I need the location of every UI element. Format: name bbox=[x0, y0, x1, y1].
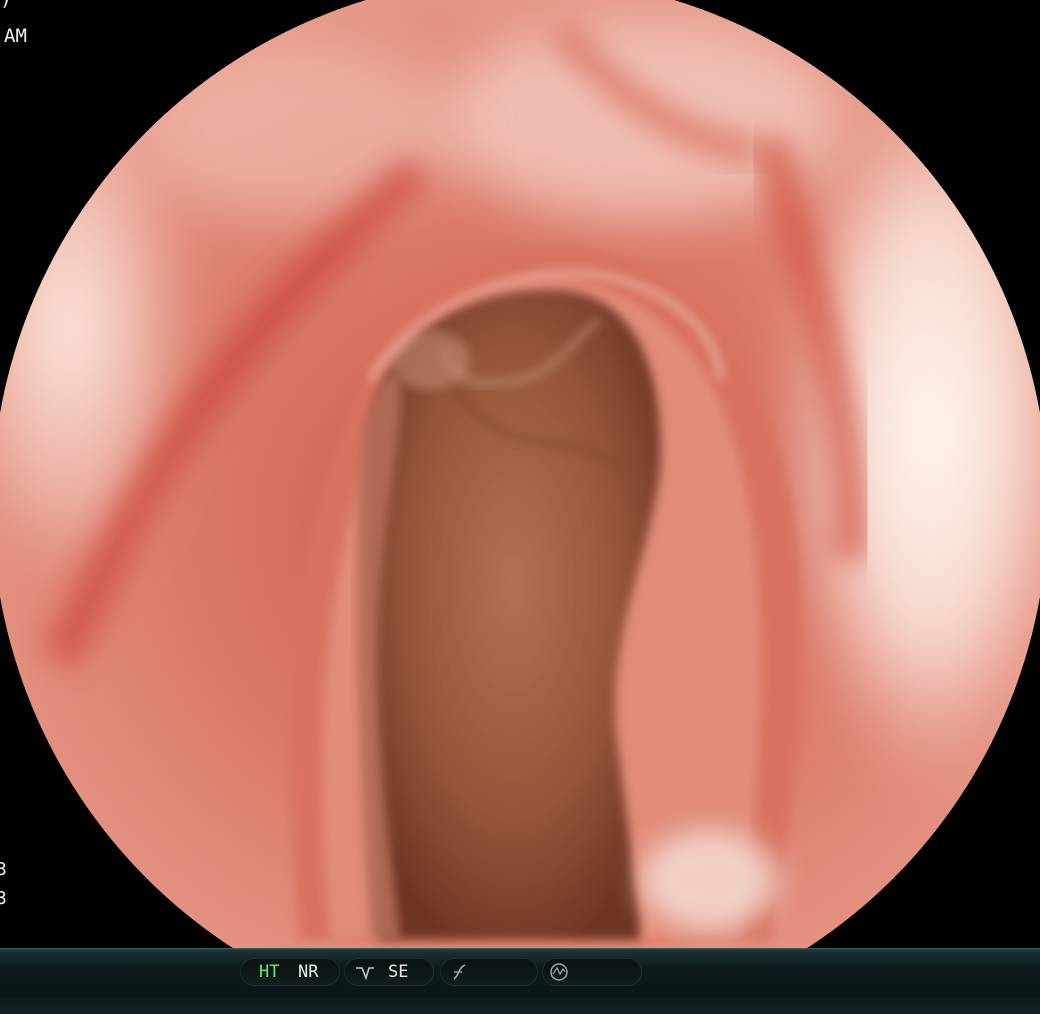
se-indicator: SE bbox=[388, 962, 409, 982]
endoscope-viewport: ) AM 3 3 bbox=[0, 0, 1040, 948]
status-group-se: SE bbox=[344, 958, 434, 986]
ht-indicator: HT bbox=[259, 962, 280, 982]
enhance-icon bbox=[356, 967, 374, 981]
circle-wave-icon bbox=[550, 963, 568, 981]
overlay-left-line-2: 3 bbox=[0, 888, 7, 909]
status-group-ht-nr: HT NR bbox=[240, 958, 340, 986]
overlay-time-suffix: AM bbox=[4, 25, 27, 47]
nr-indicator: NR bbox=[298, 962, 319, 982]
overlay-left-line-1: 3 bbox=[0, 859, 7, 880]
status-bar: HT NR SE bbox=[0, 948, 1040, 1014]
overlay-top-fragment: ) bbox=[0, 0, 12, 8]
status-group-circle bbox=[542, 958, 642, 986]
curve-icon bbox=[453, 964, 466, 980]
status-group-curve bbox=[440, 958, 538, 986]
endoscopic-image bbox=[0, 0, 1040, 948]
